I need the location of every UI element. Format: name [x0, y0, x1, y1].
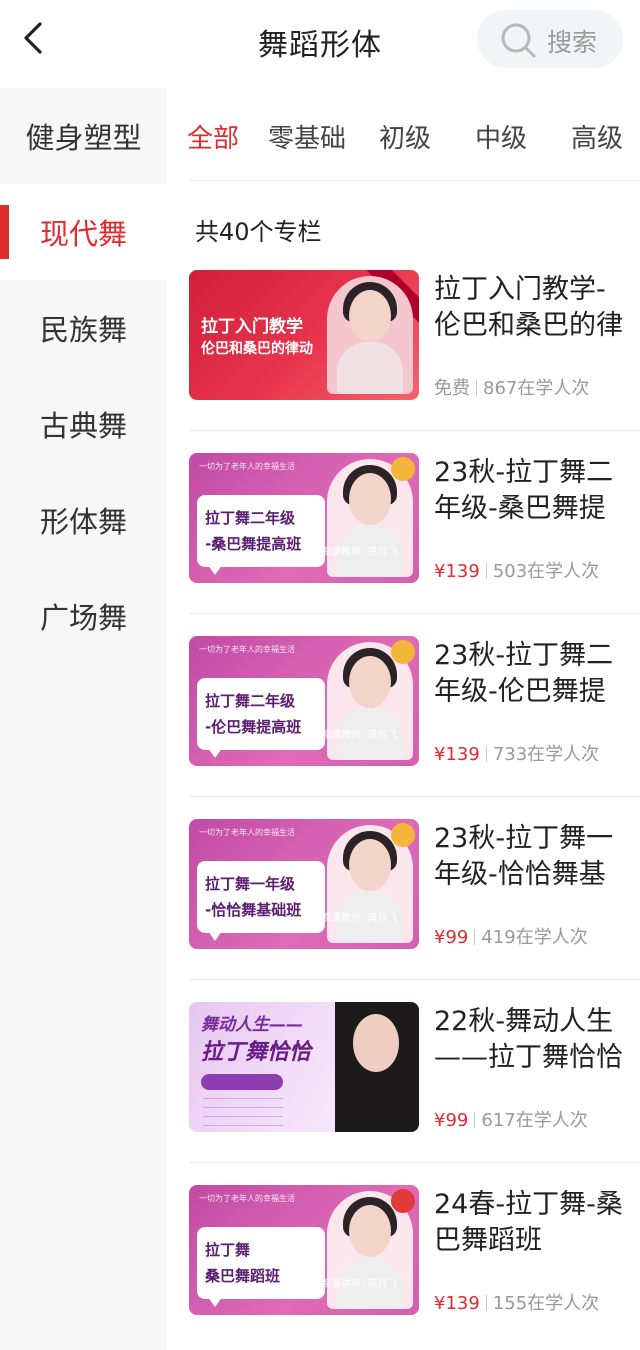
- course-title: 24春-拉丁舞-桑巴舞蹈班: [434, 1189, 623, 1256]
- course-price: ¥99: [434, 1110, 469, 1131]
- thumbnail-bullets: [203, 1098, 283, 1126]
- tab-beginner[interactable]: 初级: [379, 118, 431, 155]
- course-card[interactable]: 一切为了老年人的幸福生活 拉丁舞二年级 -伦巴舞提高班 授课教师: 龚月飞 23…: [167, 636, 640, 819]
- sidebar-item-body-dance[interactable]: 形体舞: [0, 472, 167, 568]
- course-thumbnail: 一切为了老年人的幸福生活 拉丁舞二年级 -桑巴舞提高班 授课教师: 龚月飞: [189, 453, 419, 583]
- thumbnail-title: 拉丁舞二年级: [205, 692, 296, 710]
- thumbnail-slogan: 一切为了老年人的幸福生活: [199, 1194, 295, 1203]
- tabs-divider: [190, 180, 640, 181]
- thumbnail-subtitle: -恰恰舞基础班: [205, 901, 302, 919]
- course-price: ¥139: [434, 561, 480, 582]
- thumbnail-teacher: 授课教师: 龚月飞: [321, 730, 398, 741]
- thumbnail-slogan: 一切为了老年人的幸福生活: [199, 645, 295, 654]
- thumbnail-subtitle: 桑巴舞蹈班: [205, 1267, 281, 1285]
- teacher-photo: [327, 276, 413, 394]
- tab-all[interactable]: 全部: [187, 118, 239, 155]
- thumbnail-subtitle: 拉丁舞恰恰: [201, 1040, 312, 1065]
- medal-icon: [391, 823, 415, 847]
- course-card[interactable]: 一切为了老年人的幸福生活 拉丁舞二年级 -桑巴舞提高班 授课教师: 龚月飞 23…: [167, 453, 640, 636]
- thumbnail-title: 拉丁舞二年级: [205, 509, 296, 527]
- course-thumbnail: 一切为了老年人的幸福生活 拉丁舞二年级 -伦巴舞提高班 授课教师: 龚月飞: [189, 636, 419, 766]
- thumbnail-title: 拉丁舞一年级: [205, 875, 296, 893]
- divider: [189, 430, 640, 431]
- course-price: ¥139: [434, 744, 480, 765]
- course-learners: 419在学人次: [481, 927, 588, 948]
- tab-intermediate[interactable]: 中级: [475, 118, 527, 155]
- course-price: ¥99: [434, 927, 469, 948]
- thumbnail-title: 舞动人生——: [201, 1015, 303, 1035]
- sidebar-item-modern-dance[interactable]: 现代舞: [0, 184, 167, 280]
- course-meta: ¥139 503在学人次: [434, 557, 599, 583]
- course-thumbnail: 拉丁入门教学 伦巴和桑巴的律动: [189, 270, 419, 400]
- thumbnail-title: 拉丁舞: [205, 1241, 251, 1259]
- top-bar: 舞蹈形体 搜索: [0, 0, 640, 88]
- course-thumbnail: 舞动人生—— 拉丁舞恰恰: [189, 1002, 419, 1132]
- divider: [189, 796, 640, 797]
- thumbnail-subtitle: -伦巴舞提高班: [205, 718, 302, 736]
- thumbnail-slogan: 一切为了老年人的幸福生活: [199, 462, 295, 471]
- sidebar-item-label: 广场舞: [39, 601, 127, 635]
- divider: [189, 613, 640, 614]
- sidebar-item-label: 形体舞: [39, 505, 127, 539]
- tab-advanced[interactable]: 高级: [571, 118, 623, 155]
- thumbnail-title: 拉丁入门教学: [201, 317, 303, 337]
- teacher-photo: [335, 1002, 419, 1132]
- course-thumbnail: 一切为了老年人的幸福生活 拉丁舞 桑巴舞蹈班 授课讲师: 龚月飞: [189, 1185, 419, 1315]
- course-learners: 867在学人次: [483, 378, 590, 399]
- badge-icon: [391, 1189, 415, 1213]
- sidebar-item-label: 健身塑型: [25, 121, 142, 155]
- search-button[interactable]: 搜索: [477, 10, 623, 68]
- thumbnail-subtitle: 伦巴和桑巴的律动: [201, 341, 313, 357]
- course-title: 拉丁入门教学-伦巴和桑巴的律动: [434, 274, 623, 341]
- course-card[interactable]: 一切为了老年人的幸福生活 拉丁舞一年级 -恰恰舞基础班 授课教师: 龚月飞 23…: [167, 819, 640, 1002]
- category-sidebar: 健身塑型 现代舞 民族舞 古典舞 形体舞 广场舞: [0, 88, 167, 1350]
- medal-icon: [391, 640, 415, 664]
- course-card[interactable]: 一切为了老年人的幸福生活 拉丁舞 桑巴舞蹈班 授课讲师: 龚月飞 24春-拉丁舞…: [167, 1185, 640, 1350]
- course-title: 23秋-拉丁舞二年级-桑巴舞提高班: [434, 457, 614, 524]
- search-icon: [501, 23, 536, 58]
- tab-zero-basis[interactable]: 零基础: [268, 118, 346, 155]
- course-card[interactable]: 拉丁入门教学 伦巴和桑巴的律动 拉丁入门教学-伦巴和桑巴的律动 免费 867在学人…: [167, 270, 640, 453]
- course-learners: 503在学人次: [492, 561, 600, 582]
- sidebar-item-classical-dance[interactable]: 古典舞: [0, 376, 167, 472]
- course-card[interactable]: 舞动人生—— 拉丁舞恰恰 22秋-舞动人生——拉丁舞恰恰 ¥99 617在学人次: [167, 1002, 640, 1185]
- course-learners: 155在学人次: [492, 1293, 600, 1314]
- thumbnail-teacher: 授课教师: 龚月飞: [321, 547, 398, 558]
- course-title: 23秋-拉丁舞二年级-伦巴舞提高班: [434, 640, 614, 707]
- sidebar-item-folk-dance[interactable]: 民族舞: [0, 280, 167, 376]
- thumbnail-subtitle: -桑巴舞提高班: [205, 535, 302, 553]
- teacher-tag: [201, 1074, 283, 1090]
- course-price: ¥139: [434, 1293, 480, 1314]
- thumbnail-teacher: 授课教师: 龚月飞: [321, 913, 398, 924]
- level-filter-tabs: 全部 零基础 初级 中级 高级: [167, 88, 640, 180]
- sidebar-item-label: 民族舞: [39, 313, 127, 347]
- course-meta: ¥139 155在学人次: [434, 1289, 599, 1315]
- course-meta: ¥99 419在学人次: [434, 923, 588, 949]
- course-price: 免费: [434, 378, 470, 399]
- course-learners: 733在学人次: [492, 744, 600, 765]
- divider: [189, 979, 640, 980]
- medal-icon: [391, 457, 415, 481]
- sidebar-item-label: 现代舞: [39, 217, 127, 251]
- sidebar-item-square-dance[interactable]: 广场舞: [0, 568, 167, 664]
- course-thumbnail: 一切为了老年人的幸福生活 拉丁舞一年级 -恰恰舞基础班 授课教师: 龚月飞: [189, 819, 419, 949]
- course-count: 共40个专栏: [195, 218, 322, 246]
- sidebar-item-label: 古典舞: [39, 409, 127, 443]
- search-label: 搜索: [547, 28, 598, 57]
- course-title: 23秋-拉丁舞一年级-恰恰舞基础班: [434, 823, 614, 890]
- course-title: 22秋-舞动人生——拉丁舞恰恰: [434, 1006, 623, 1073]
- thumbnail-teacher: 授课讲师: 龚月飞: [321, 1279, 398, 1290]
- sidebar-item-fitness[interactable]: 健身塑型: [0, 88, 167, 184]
- divider: [189, 1162, 640, 1163]
- course-learners: 617在学人次: [481, 1110, 588, 1131]
- thumbnail-slogan: 一切为了老年人的幸福生活: [199, 828, 295, 837]
- course-meta: ¥99 617在学人次: [434, 1106, 588, 1132]
- course-meta: 免费 867在学人次: [434, 374, 589, 400]
- course-meta: ¥139 733在学人次: [434, 740, 599, 766]
